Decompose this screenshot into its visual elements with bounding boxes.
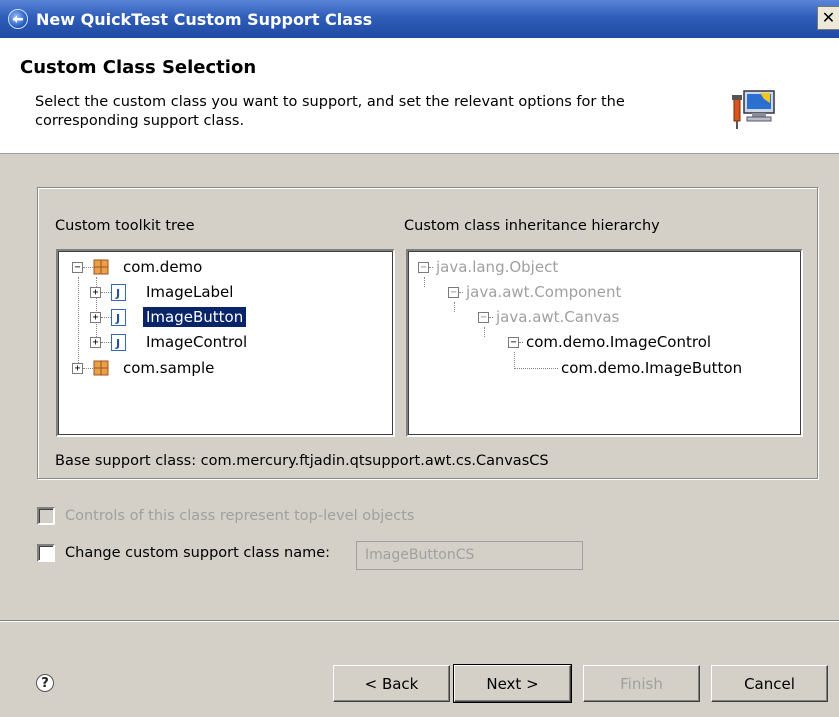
- window-title: New QuickTest Custom Support Class: [36, 9, 373, 29]
- list-item: − java.awt.Canvas: [478, 306, 619, 328]
- collapse-toggle: −: [508, 336, 519, 348]
- expand-toggle[interactable]: +: [90, 286, 101, 298]
- expand-toggle[interactable]: +: [90, 336, 101, 348]
- top-level-checkbox[interactable]: [37, 507, 55, 525]
- footer-separator: [0, 620, 839, 622]
- cancel-button[interactable]: Cancel: [711, 665, 828, 702]
- list-item[interactable]: − com.demo: [72, 256, 202, 278]
- hierarchy-tree[interactable]: − java.lang.Object − java.awt.Component …: [406, 249, 803, 437]
- dialog-window: New QuickTest Custom Support Class ✕ Cus…: [0, 0, 839, 717]
- change-name-checkbox[interactable]: [37, 544, 55, 562]
- back-button[interactable]: < Back: [333, 665, 450, 702]
- list-item: − java.awt.Component: [448, 281, 621, 303]
- svg-text:J: J: [115, 287, 120, 300]
- collapse-toggle[interactable]: −: [72, 261, 83, 273]
- package-icon: [93, 259, 109, 275]
- page-title: Custom Class Selection: [20, 57, 257, 78]
- collapse-toggle: −: [448, 286, 459, 298]
- list-item[interactable]: + com.sample: [72, 357, 214, 379]
- tree-node-label-selected: ImageButton: [143, 307, 247, 327]
- change-name-label: Change custom support class name:: [65, 545, 331, 561]
- collapse-toggle: −: [418, 261, 429, 273]
- base-support-class-text: Base support class: com.mercury.ftjadin.…: [55, 453, 549, 469]
- wizard-computer-icon: [732, 90, 775, 129]
- tree-node-label: ImageControl: [146, 333, 248, 351]
- title-bar[interactable]: New QuickTest Custom Support Class ✕: [0, 0, 839, 38]
- help-icon[interactable]: ?: [36, 674, 54, 692]
- package-icon: [93, 360, 109, 376]
- java-class-icon: J: [111, 333, 126, 351]
- list-item: − com.demo.ImageControl: [508, 331, 711, 353]
- hierarchy-node-label: com.demo.ImageButton: [561, 359, 743, 377]
- expand-toggle[interactable]: +: [72, 362, 83, 374]
- toolkit-tree[interactable]: − com.demo + J ImageLabel + J ImageButto…: [56, 249, 395, 437]
- java-class-icon: J: [111, 308, 126, 326]
- hierarchy-node-label: java.lang.Object: [436, 258, 559, 276]
- finish-button[interactable]: Finish: [583, 665, 700, 702]
- hierarchy-tree-label: Custom class inheritance hierarchy: [404, 218, 660, 234]
- list-item[interactable]: + J ImageLabel: [90, 281, 233, 303]
- hierarchy-node-label: java.awt.Canvas: [496, 308, 620, 326]
- expand-toggle[interactable]: +: [90, 311, 101, 323]
- list-item: − java.lang.Object: [418, 256, 558, 278]
- tree-node-label: ImageLabel: [146, 283, 234, 301]
- toolkit-tree-label: Custom toolkit tree: [55, 218, 195, 234]
- top-level-label: Controls of this class represent top-lev…: [65, 508, 415, 524]
- hierarchy-node-label: java.awt.Component: [466, 283, 622, 301]
- wizard-header: Custom Class Selection Select the custom…: [0, 38, 839, 154]
- svg-text:J: J: [115, 337, 120, 350]
- list-item[interactable]: + J ImageControl: [90, 331, 247, 353]
- collapse-toggle: −: [478, 311, 489, 323]
- list-item[interactable]: + J ImageButton: [90, 306, 247, 328]
- list-item: com.demo.ImageButton: [514, 357, 742, 379]
- next-button[interactable]: Next >: [453, 664, 572, 703]
- hierarchy-node-label: com.demo.ImageControl: [526, 333, 712, 351]
- support-class-name-input[interactable]: ImageButtonCS: [356, 541, 583, 570]
- svg-text:J: J: [115, 312, 120, 325]
- tree-node-label: com.sample: [123, 359, 215, 377]
- close-button[interactable]: ✕: [817, 6, 839, 30]
- java-class-icon: J: [111, 283, 126, 301]
- tree-node-label: com.demo: [123, 258, 203, 276]
- page-description: Select the custom class you want to supp…: [35, 94, 625, 129]
- app-icon: [8, 9, 28, 29]
